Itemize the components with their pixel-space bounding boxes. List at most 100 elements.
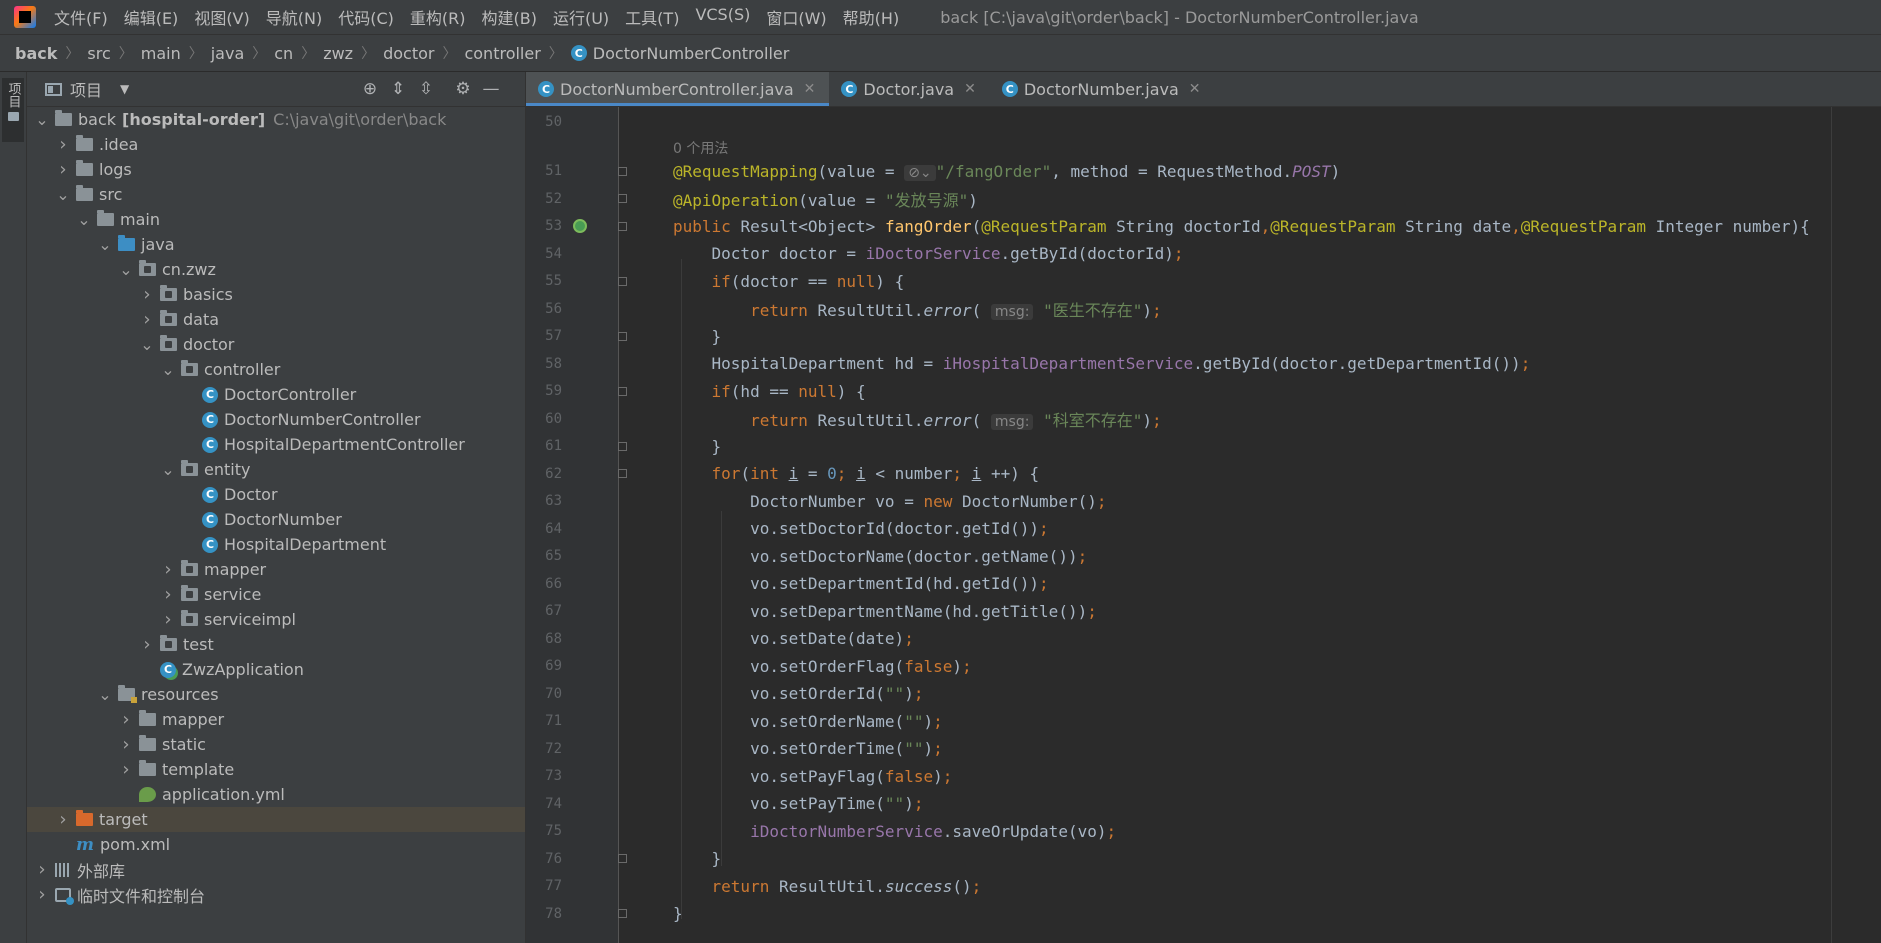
chevron-down-icon[interactable]: ⌄: [161, 361, 175, 377]
fold-marker-icon[interactable]: [618, 166, 627, 176]
menu-item[interactable]: VCS(S): [695, 5, 750, 29]
menu-item[interactable]: 文件(F): [54, 5, 108, 29]
tree-item[interactable]: ›application.yml: [27, 782, 525, 807]
tree-item[interactable]: › template: [27, 757, 525, 782]
chevron-right-icon[interactable]: ›: [119, 734, 133, 755]
chevron-right-icon[interactable]: ›: [140, 284, 154, 305]
fold-marker-icon[interactable]: [618, 221, 627, 231]
chevron-right-icon[interactable]: ›: [119, 709, 133, 730]
chevron-down-icon[interactable]: ⌄: [140, 336, 154, 352]
menu-item[interactable]: 工具(T): [625, 5, 679, 29]
collapse-all-icon[interactable]: ⇳: [415, 78, 437, 100]
fold-marker-icon[interactable]: [618, 854, 627, 863]
settings-icon[interactable]: ⚙: [452, 78, 474, 100]
chevron-down-icon[interactable]: ⌄: [98, 236, 112, 252]
chevron-right-icon[interactable]: ›: [161, 584, 175, 605]
chevron-down-icon[interactable]: ⌄: [77, 211, 91, 227]
menu-item[interactable]: 帮助(H): [843, 5, 900, 29]
menu-item[interactable]: 构建(B): [482, 5, 537, 29]
menu-item[interactable]: 编辑(E): [124, 5, 179, 29]
tree-item[interactable]: › mapper: [27, 557, 525, 582]
project-tool-window-button[interactable]: 项目: [2, 78, 24, 142]
tree-item[interactable]: › .idea: [27, 132, 525, 157]
tree-item[interactable]: › static: [27, 732, 525, 757]
tree-item[interactable]: › test: [27, 632, 525, 657]
chevron-right-icon[interactable]: ›: [140, 309, 154, 330]
close-icon[interactable]: ✕: [1189, 81, 1201, 97]
tree-item[interactable]: ⌄ doctor: [27, 332, 525, 357]
tree-item[interactable]: ⌄ java: [27, 232, 525, 257]
tree-item[interactable]: ⌄ cn.zwz: [27, 257, 525, 282]
breadcrumb-item[interactable]: zwz: [323, 44, 353, 63]
editor-tab[interactable]: C DoctorNumberController.java ✕: [526, 72, 830, 106]
chevron-down-icon[interactable]: ⌄: [35, 111, 49, 127]
chevron-right-icon[interactable]: ›: [56, 809, 70, 830]
chevron-right-icon[interactable]: ›: [35, 884, 49, 905]
tree-item[interactable]: › serviceimpl: [27, 607, 525, 632]
close-icon[interactable]: ✕: [804, 81, 816, 97]
chevron-right-icon[interactable]: ›: [35, 859, 49, 880]
tree-item[interactable]: › 临时文件和控制台: [27, 882, 525, 907]
tree-item[interactable]: ⌄ src: [27, 182, 525, 207]
chevron-right-icon[interactable]: ›: [119, 759, 133, 780]
chevron-down-icon[interactable]: ⌄: [56, 186, 70, 202]
fold-marker-icon[interactable]: [618, 441, 627, 451]
tree-item[interactable]: ⌄ back [hospital-order] C:\java\git\order\b…: [27, 107, 525, 132]
tree-item[interactable]: ›CDoctorController: [27, 382, 525, 407]
breadcrumb-item[interactable]: doctor: [383, 44, 434, 63]
usages-hint[interactable]: 0 个用法: [673, 138, 728, 158]
fold-marker-icon[interactable]: [618, 276, 627, 286]
tree-item[interactable]: ›CZwzApplication: [27, 657, 525, 682]
tree-item[interactable]: ⌄ main: [27, 207, 525, 232]
fold-marker-icon[interactable]: [618, 909, 627, 918]
tree-item[interactable]: › target: [27, 807, 525, 832]
breadcrumb-item[interactable]: main: [141, 44, 181, 63]
chevron-right-icon[interactable]: ›: [140, 634, 154, 655]
breadcrumb-item[interactable]: cn: [274, 44, 293, 63]
breadcrumb-item[interactable]: back: [15, 44, 57, 63]
chevron-down-icon[interactable]: ⌄: [98, 686, 112, 702]
tree-item[interactable]: ⌄ resources: [27, 682, 525, 707]
tree-item[interactable]: ›CDoctorNumberController: [27, 407, 525, 432]
chevron-down-icon[interactable]: ⌄: [119, 261, 133, 277]
chevron-right-icon[interactable]: ›: [161, 609, 175, 630]
editor-tab[interactable]: C Doctor.java ✕: [829, 72, 989, 106]
menu-item[interactable]: 视图(V): [194, 5, 249, 29]
tree-item[interactable]: ›CDoctor: [27, 482, 525, 507]
menu-item[interactable]: 运行(U): [553, 5, 609, 29]
tree-item[interactable]: › data: [27, 307, 525, 332]
editor-tab[interactable]: C DoctorNumber.java ✕: [990, 72, 1215, 106]
tree-item[interactable]: › service: [27, 582, 525, 607]
tree-item[interactable]: › logs: [27, 157, 525, 182]
hide-icon[interactable]: —: [480, 78, 502, 100]
fold-marker-icon[interactable]: [618, 194, 627, 203]
menu-item[interactable]: 代码(C): [338, 5, 394, 29]
tree-item[interactable]: › basics: [27, 282, 525, 307]
breadcrumb-item[interactable]: java: [211, 44, 245, 63]
expand-all-icon[interactable]: ⇕: [387, 78, 409, 100]
spring-endpoint-icon[interactable]: [573, 218, 587, 233]
fold-marker-icon[interactable]: [618, 469, 627, 478]
menu-item[interactable]: 导航(N): [266, 5, 322, 29]
tree-item[interactable]: ›CDoctorNumber: [27, 507, 525, 532]
tree-item[interactable]: › mapper: [27, 707, 525, 732]
tree-item[interactable]: ›CHospitalDepartment: [27, 532, 525, 557]
chevron-right-icon[interactable]: ›: [161, 559, 175, 580]
menu-item[interactable]: 窗口(W): [766, 5, 826, 29]
chevron-down-icon[interactable]: ⌄: [161, 461, 175, 477]
tree-item[interactable]: ⌄ controller: [27, 357, 525, 382]
chevron-down-icon[interactable]: ▼: [120, 82, 129, 96]
locate-icon[interactable]: ⊕: [359, 78, 381, 100]
close-icon[interactable]: ✕: [964, 81, 976, 97]
chevron-right-icon[interactable]: ›: [56, 159, 70, 180]
tree-item[interactable]: ›CHospitalDepartmentController: [27, 432, 525, 457]
breadcrumb-item[interactable]: C DoctorNumberController: [570, 44, 789, 63]
menu-item[interactable]: 重构(R): [410, 5, 466, 29]
chevron-right-icon[interactable]: ›: [56, 134, 70, 155]
breadcrumb-item[interactable]: src: [87, 44, 110, 63]
fold-marker-icon[interactable]: [618, 331, 627, 341]
tree-item[interactable]: ⌄ entity: [27, 457, 525, 482]
tree-item[interactable]: › 外部库: [27, 857, 525, 882]
breadcrumb-item[interactable]: controller: [464, 44, 540, 63]
panel-title[interactable]: 项目: [70, 77, 102, 101]
